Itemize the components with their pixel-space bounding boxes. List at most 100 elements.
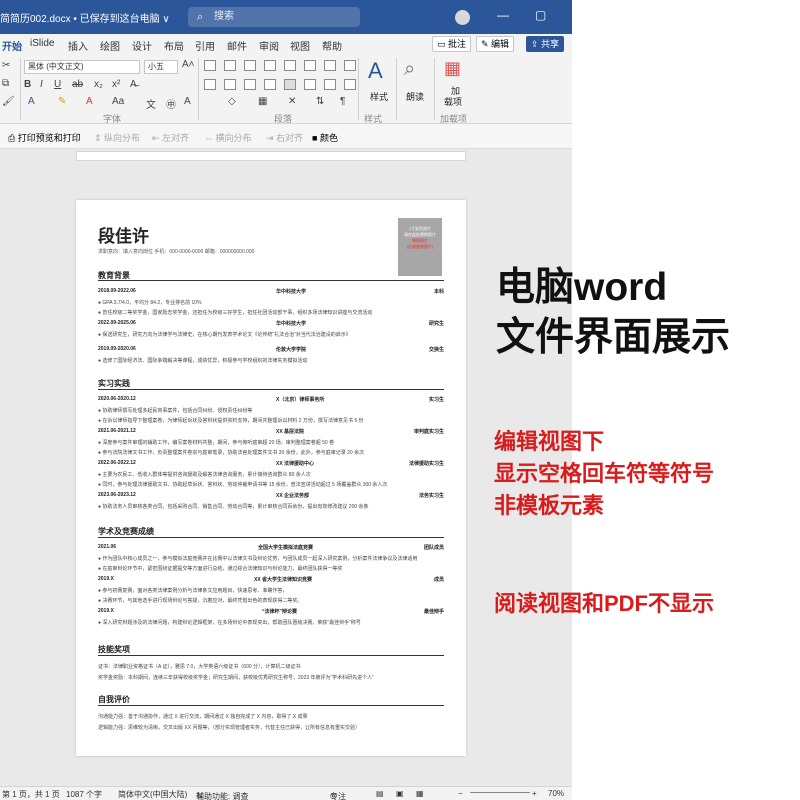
font-size-select[interactable]: 小五 <box>144 60 178 74</box>
style-button-label[interactable]: 样式 <box>370 90 388 103</box>
chinese-layout-icon[interactable] <box>304 60 316 71</box>
share-button[interactable]: ⇪ 共享 <box>526 36 565 52</box>
entry-org: XX 企业法务部 <box>276 493 310 499</box>
underline-icon[interactable]: U <box>54 79 61 90</box>
experience-entry: 2022.06-2022.12 XX 法律援助中心 法律援助实习生 ● 主要为农民工… <box>98 460 444 488</box>
read-mode-icon[interactable]: ▤ <box>376 789 384 798</box>
justify-icon[interactable] <box>264 79 276 90</box>
char-border-icon[interactable]: A <box>184 96 191 107</box>
show-marks-icon[interactable] <box>344 60 356 71</box>
addins-label-2[interactable]: 载项 <box>444 95 462 108</box>
addins-icon[interactable]: ▦ <box>444 58 461 79</box>
self-eval-line: 沟通能力强：善于沟通协作，通过 X 进行交流，期间通过 X 独自完成了 X 内容… <box>98 714 308 720</box>
entry-line: ● 深度参与案件审理的辅助工作，编写案卷材料共整，期间，参与旁听庭审超 20 场… <box>98 440 335 446</box>
entry-line: ● 协助律师撰写处理多起民商事案件，包括合同纠纷、侵权责任纠纷等 <box>98 408 253 414</box>
comment-icon: ▭ <box>437 39 449 49</box>
align-right-button[interactable]: ⇥ 右对齐 <box>266 131 303 144</box>
entry-role: 审判庭实习生 <box>413 429 444 435</box>
para-mark-icon[interactable] <box>344 79 356 90</box>
superscript-icon[interactable]: x² <box>112 79 120 90</box>
distributed-icon[interactable] <box>284 79 296 90</box>
bold-icon[interactable]: B <box>24 79 31 90</box>
tab-islide[interactable]: iSlide <box>30 38 54 49</box>
decrease-indent-icon[interactable] <box>264 60 276 71</box>
font-color-icon[interactable]: A <box>86 96 93 107</box>
zoom-slider[interactable] <box>470 792 530 793</box>
tab-design[interactable]: 设计 <box>132 38 152 53</box>
italic-icon[interactable]: I <box>40 79 43 90</box>
tab-help[interactable]: 帮助 <box>322 38 342 53</box>
document-page[interactable]: 段佳许 求职意向：填入意向岗位 手机：000-0000-0000 邮箱：0000… <box>76 200 466 756</box>
tab-draw[interactable]: 绘图 <box>100 38 120 53</box>
grow-font-icon[interactable]: A˄ <box>182 59 195 70</box>
comment-button[interactable]: ▭ 批注 <box>432 36 472 52</box>
read-aloud-icon[interactable]: ⌕ <box>404 58 415 81</box>
entry-line: ● 深入研究辩题涉及的法律问题，构建辩论逻辑框架，在多场辩论中表现突出，帮助团队… <box>98 620 361 626</box>
entry-org: “法律杯”辩论赛 <box>262 609 298 615</box>
shading-icon[interactable]: ◇ <box>228 96 236 107</box>
zoom-in-icon[interactable]: + <box>532 789 537 798</box>
distribute-horizontal-icon: ⇔ <box>204 133 216 143</box>
align-left-icon[interactable] <box>204 79 216 90</box>
text-effects-icon[interactable]: A <box>28 96 35 107</box>
search-box[interactable]: ⌕ 搜索 <box>188 7 360 27</box>
print-layout-icon[interactable]: ▣ <box>396 789 404 798</box>
font-name-select[interactable]: 黑体 (中文正文) <box>24 60 140 74</box>
format-painter-icon[interactable]: 🖌 <box>2 96 15 107</box>
sort-icon[interactable] <box>324 60 336 71</box>
tab-view[interactable]: 视图 <box>290 38 310 53</box>
align-left-button[interactable]: ⇤ 左对齐 <box>152 131 189 144</box>
borders-icon[interactable]: ▦ <box>258 96 267 107</box>
multilevel-list-icon[interactable] <box>244 60 256 71</box>
strikethrough-icon[interactable]: ab <box>72 79 83 90</box>
avatar[interactable] <box>455 10 470 25</box>
cut-icon[interactable]: ✂ <box>2 60 10 71</box>
minimize-button[interactable]: — <box>497 8 509 22</box>
numbering-icon[interactable] <box>224 60 236 71</box>
zoom-out-icon[interactable]: − <box>458 789 463 798</box>
tab-insert[interactable]: 插入 <box>68 38 88 53</box>
line-spacing-icon[interactable] <box>304 79 316 90</box>
subscript-icon[interactable]: x₂ <box>94 79 103 90</box>
tab-mailings[interactable]: 邮件 <box>227 38 247 53</box>
phonetic-icon[interactable]: 文 <box>146 96 156 111</box>
print-preview-button[interactable]: ⎙ 打印预览和打印 <box>8 131 81 144</box>
restore-button[interactable]: ▢ <box>535 8 546 22</box>
tab-review[interactable]: 审阅 <box>259 38 279 53</box>
edit-mode-button[interactable]: ✎ 编辑 <box>476 36 515 52</box>
copy-icon[interactable]: ⧉ <box>2 78 9 89</box>
bullets-icon[interactable] <box>204 60 216 71</box>
align-center-icon[interactable] <box>224 79 236 90</box>
styles-icon[interactable]: A <box>368 58 383 84</box>
entry-date: 2022.06-2022.12 <box>98 460 136 466</box>
entry-line: ● 在诉讼律师指导下整理案卷，为律师起诉状及答辩状提供资料支持，期间共整理诉讼材… <box>98 418 364 424</box>
photo-placeholder[interactable]: 1寸彩色照片 请在此处替换照片 替换图片 (右键更换图片) <box>398 218 442 276</box>
highlight-icon[interactable]: ✎ <box>58 96 66 107</box>
entry-date: 2020.06-2020.12 <box>98 396 136 402</box>
document-title[interactable]: 简简历002.docx • 已保存到这台电脑 ∨ <box>0 10 170 25</box>
web-layout-icon[interactable]: ▦ <box>416 789 424 798</box>
align-right-icon[interactable] <box>244 79 256 90</box>
align-right-sub-icon: ⇥ <box>266 133 277 143</box>
paragraph-mark-icon[interactable]: ¶ <box>340 96 345 107</box>
word-count[interactable]: 1087 个字 <box>66 789 102 800</box>
distribute-vertical-button[interactable]: ⇕ 纵向分布 <box>94 131 140 144</box>
distribute-horizontal-button[interactable]: ⇔ 横向分布 <box>204 131 252 144</box>
sort-order-icon[interactable]: ⇅ <box>316 96 324 107</box>
page-count[interactable]: 第 1 页，共 1 页 <box>2 789 60 800</box>
entry-role: 本科 <box>433 289 444 295</box>
clear-format-icon[interactable]: A̶ <box>130 79 137 90</box>
change-case-icon[interactable]: Aa <box>112 96 124 107</box>
enclose-char-icon[interactable]: ㊥ <box>166 96 176 111</box>
tab-references[interactable]: 引用 <box>195 38 215 53</box>
language-status[interactable]: 简体中文(中国大陆) <box>118 789 187 800</box>
color-button[interactable]: ■ 颜色 <box>312 131 338 144</box>
zoom-level[interactable]: 70% <box>548 789 564 798</box>
text-direction-icon[interactable] <box>324 79 336 90</box>
asian-layout-icon[interactable]: ✕ <box>288 96 296 107</box>
increase-indent-icon[interactable] <box>284 60 296 71</box>
tab-layout[interactable]: 布局 <box>164 38 184 53</box>
entry-role: 团队成员 <box>423 545 444 551</box>
horizontal-ruler[interactable] <box>76 151 466 161</box>
read-aloud-label[interactable]: 朗读 <box>406 90 424 103</box>
